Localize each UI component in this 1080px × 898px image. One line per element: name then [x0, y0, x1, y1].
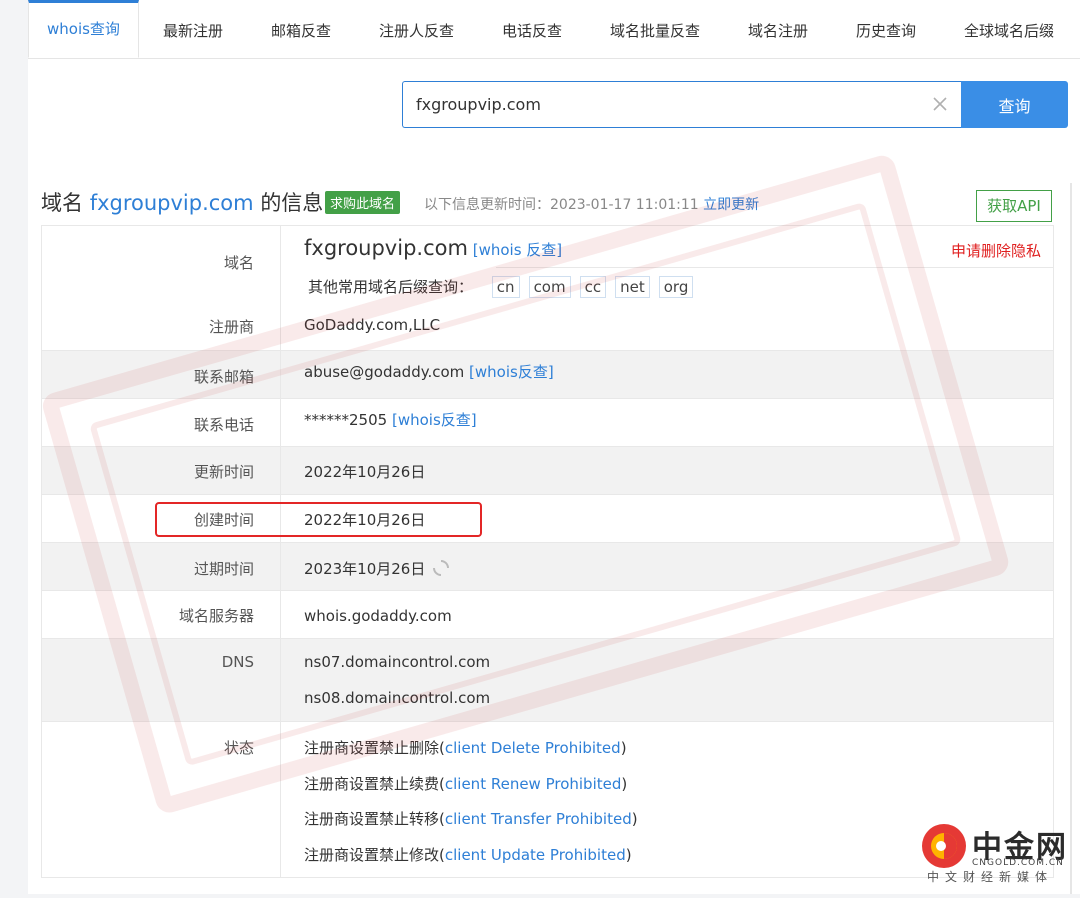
email-whois-link[interactable]: [whois反查]: [469, 363, 554, 381]
status-item: 注册商设置禁止转移(client Transfer Prohibited): [304, 810, 638, 828]
tab-email-reverse[interactable]: 邮箱反查: [247, 0, 355, 57]
tab-bar: whois查询 最新注册 邮箱反查 注册人反查 电话反查 域名批量反查 域名注册…: [28, 0, 1080, 59]
label-dns: DNS: [42, 639, 281, 721]
label-email: 联系邮箱: [42, 351, 281, 398]
whois-table: 域名 注册商 fxgroupvip.com [whois 反查] 申请删除隐私 …: [41, 225, 1054, 878]
label-domain: 域名: [223, 254, 254, 272]
table-row-whois-server: 域名服务器 whois.godaddy.com: [42, 591, 1053, 639]
label-status: 状态: [42, 722, 281, 877]
cngold-logo-icon: [922, 824, 966, 868]
tab-latest-registrations[interactable]: 最新注册: [139, 0, 247, 57]
suffix-cn[interactable]: cn: [491, 276, 520, 298]
expires-value-cell: 2023年10月26日: [281, 543, 1053, 590]
domain-value-line: fxgroupvip.com [whois 反查]: [304, 236, 562, 260]
phone-value: ******2505: [304, 411, 388, 429]
table-row-status: 状态 注册商设置禁止删除(client Delete Prohibited) 注…: [42, 722, 1053, 878]
suffix-cc[interactable]: cc: [579, 276, 607, 298]
refresh-now-link[interactable]: 立即更新: [703, 197, 759, 213]
row-labels: 域名 注册商: [42, 226, 281, 350]
title-prefix: 域名: [41, 191, 83, 215]
update-time: 以下信息更新时间：2023-01-17 11:01:11 立即更新: [424, 194, 759, 214]
status-item: 注册商设置禁止修改(client Update Prohibited): [304, 846, 632, 864]
dns-values: ns07.domaincontrol.com ns08.domaincontro…: [281, 639, 1053, 721]
phone-value-cell: ******2505 [whois反查]: [281, 399, 1053, 446]
status-en-link[interactable]: client Transfer Prohibited: [445, 810, 632, 828]
dns-server: ns07.domaincontrol.com: [304, 653, 491, 671]
tab-domain-registration[interactable]: 域名注册: [724, 0, 832, 57]
status-cn: 注册商设置禁止续费: [304, 775, 440, 793]
domain-value: fxgroupvip.com: [304, 236, 468, 260]
email-value: abuse@godaddy.com: [304, 363, 465, 381]
suffix-query: 其他常用域名后缀查询： cn com cc net org: [308, 276, 702, 298]
status-cn: 注册商设置禁止删除: [304, 739, 440, 757]
info-header: 域名 fxgroupvip.com 的信息 求购此域名 以下信息更新时间：202…: [41, 185, 1071, 222]
tab-whois[interactable]: whois查询: [28, 0, 139, 58]
search-button[interactable]: 查询: [961, 81, 1068, 128]
whois-panel: whois查询 最新注册 邮箱反查 注册人反查 电话反查 域名批量反查 域名注册…: [28, 0, 1080, 894]
suffix-net[interactable]: net: [615, 276, 650, 298]
refresh-icon[interactable]: [431, 547, 451, 576]
annotation-highlight-box: [155, 502, 482, 537]
scrollbar[interactable]: [1070, 183, 1072, 894]
status-en-link[interactable]: client Delete Prohibited: [445, 739, 621, 757]
status-en-link[interactable]: client Update Prohibited: [445, 846, 626, 864]
title-suffix: 的信息: [260, 191, 324, 215]
search-bar: 查询: [402, 81, 1068, 128]
row-values: fxgroupvip.com [whois 反查] 申请删除隐私 其他常用域名后…: [281, 226, 1054, 350]
buy-domain-button[interactable]: 求购此域名: [325, 191, 401, 214]
get-api-button[interactable]: 获取API: [976, 190, 1052, 222]
logo-tagline: 中文财经新媒体: [927, 870, 1054, 884]
status-item: 注册商设置禁止删除(client Delete Prohibited): [304, 739, 627, 757]
status-en-link[interactable]: client Renew Prohibited: [445, 775, 622, 793]
label-phone: 联系电话: [42, 399, 281, 446]
domain-whois-link[interactable]: [whois 反查]: [473, 241, 562, 259]
table-row-updated: 更新时间 2022年10月26日: [42, 447, 1053, 495]
tab-history[interactable]: 历史查询: [832, 0, 940, 57]
table-row-phone: 联系电话 ******2505 [whois反查]: [42, 399, 1053, 447]
table-row-domain-registrar: 域名 注册商 fxgroupvip.com [whois 反查] 申请删除隐私 …: [42, 226, 1054, 351]
dns-server: ns08.domaincontrol.com: [304, 689, 491, 707]
table-row-email: 联系邮箱 abuse@godaddy.com [whois反查]: [42, 351, 1053, 399]
status-item: 注册商设置禁止续费(client Renew Prohibited): [304, 775, 628, 793]
updated-value: 2022年10月26日: [304, 463, 426, 481]
whois-server-value: whois.godaddy.com: [304, 607, 452, 625]
logo-domain: CNGOLD.COM.CN: [972, 858, 1064, 868]
label-registrar: 注册商: [208, 318, 254, 336]
delete-privacy-link[interactable]: 申请删除隐私: [951, 240, 1041, 261]
suffix-com[interactable]: com: [528, 276, 571, 298]
suffix-org[interactable]: org: [658, 276, 694, 298]
label-updated: 更新时间: [42, 447, 281, 494]
expires-value: 2023年10月26日: [304, 560, 426, 578]
label-whois-server: 域名服务器: [42, 591, 281, 638]
tab-phone-reverse[interactable]: 电话反查: [478, 0, 586, 57]
update-time-label: 以下信息更新时间：2023-01-17 11:01:11: [424, 197, 699, 213]
title-domain: fxgroupvip.com: [89, 191, 254, 215]
clear-icon[interactable]: [928, 92, 952, 116]
tab-batch-reverse[interactable]: 域名批量反查: [586, 0, 724, 57]
registrar-value: GoDaddy.com,LLC: [304, 316, 441, 334]
suffix-label: 其他常用域名后缀查询：: [308, 278, 474, 296]
cngold-logo: 中金网 CNGOLD.COM.CN 中文财经新媒体: [920, 822, 1070, 888]
tab-registrant-reverse[interactable]: 注册人反查: [355, 0, 478, 57]
email-value-cell: abuse@godaddy.com [whois反查]: [281, 351, 1053, 398]
domain-search-input[interactable]: [402, 81, 961, 128]
divider: [496, 267, 1054, 268]
page-title: 域名 fxgroupvip.com 的信息: [41, 187, 323, 217]
tab-global-suffixes[interactable]: 全球域名后缀: [940, 0, 1078, 57]
status-cn: 注册商设置禁止转移: [304, 810, 440, 828]
phone-whois-link[interactable]: [whois反查]: [392, 411, 477, 429]
status-cn: 注册商设置禁止修改: [304, 846, 440, 864]
table-row-dns: DNS ns07.domaincontrol.com ns08.domainco…: [42, 639, 1053, 722]
label-expires: 过期时间: [42, 543, 281, 590]
table-row-expires: 过期时间 2023年10月26日: [42, 543, 1053, 591]
